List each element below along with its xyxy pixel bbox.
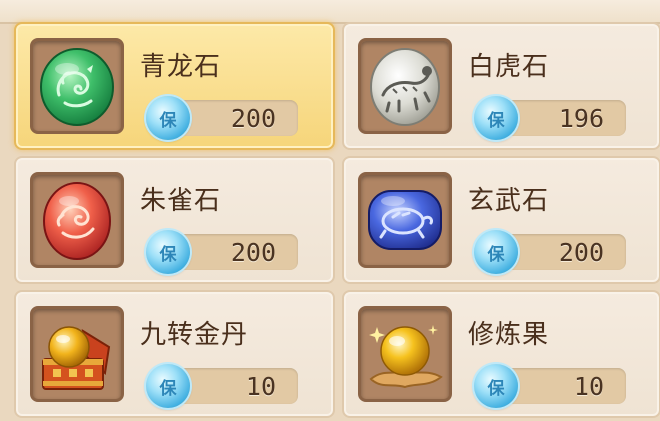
item-price: 200	[230, 104, 276, 133]
item-card-cultivation-fruit[interactable]: 修炼果 10 保	[342, 290, 660, 418]
item-name: 九转金丹	[140, 320, 249, 350]
item-card-white-tiger-stone[interactable]: 白虎石 196 保	[342, 22, 660, 150]
item-icon-frame	[358, 172, 452, 268]
item-icon-frame	[30, 38, 124, 134]
item-icon-frame	[358, 38, 452, 134]
item-icon-frame	[358, 306, 452, 402]
white-tiger-stone-icon	[370, 48, 440, 126]
item-card-vermilion-bird-stone[interactable]: 朱雀石 200 保	[14, 156, 335, 284]
item-price: 200	[230, 238, 276, 267]
panel-top-border	[0, 0, 660, 24]
item-icon-frame	[30, 172, 124, 268]
item-name: 青龙石	[140, 52, 222, 82]
item-grid: 青龙石 200 保 白虎石 196 保 朱雀石 200 保 玄武石 200 保 …	[14, 22, 660, 418]
item-price: 196	[558, 104, 604, 133]
jade-coin-icon: 保	[146, 96, 190, 140]
item-price: 10	[573, 372, 604, 401]
item-price: 200	[558, 238, 604, 267]
item-price: 10	[245, 372, 276, 401]
coin-mark: 保	[159, 378, 177, 399]
item-name: 玄武石	[468, 186, 550, 216]
coin-mark: 保	[487, 110, 505, 131]
black-tortoise-stone-icon	[368, 190, 442, 250]
item-icon-frame	[30, 306, 124, 402]
item-card-golden-elixir[interactable]: 九转金丹 10 保	[14, 290, 335, 418]
shop-panel: 青龙石 200 保 白虎石 196 保 朱雀石 200 保 玄武石 200 保 …	[0, 0, 660, 421]
item-card-black-tortoise-stone[interactable]: 玄武石 200 保	[342, 156, 660, 284]
cultivation-fruit-icon	[369, 325, 443, 389]
jade-coin-icon: 保	[474, 96, 518, 140]
golden-elixir-chest-icon	[42, 326, 111, 390]
item-name: 白虎石	[468, 52, 550, 82]
jade-coin-icon: 保	[474, 230, 518, 274]
item-card-green-dragon-stone[interactable]: 青龙石 200 保	[14, 22, 335, 150]
coin-mark: 保	[159, 244, 177, 265]
jade-coin-icon: 保	[146, 230, 190, 274]
jade-coin-icon: 保	[146, 364, 190, 408]
coin-mark: 保	[487, 378, 505, 399]
item-name: 修炼果	[468, 320, 550, 350]
green-dragon-stone-icon	[40, 48, 114, 126]
vermilion-bird-stone-icon	[43, 182, 111, 260]
item-name: 朱雀石	[140, 186, 222, 216]
jade-coin-icon: 保	[474, 364, 518, 408]
coin-mark: 保	[159, 110, 177, 131]
coin-mark: 保	[487, 244, 505, 265]
